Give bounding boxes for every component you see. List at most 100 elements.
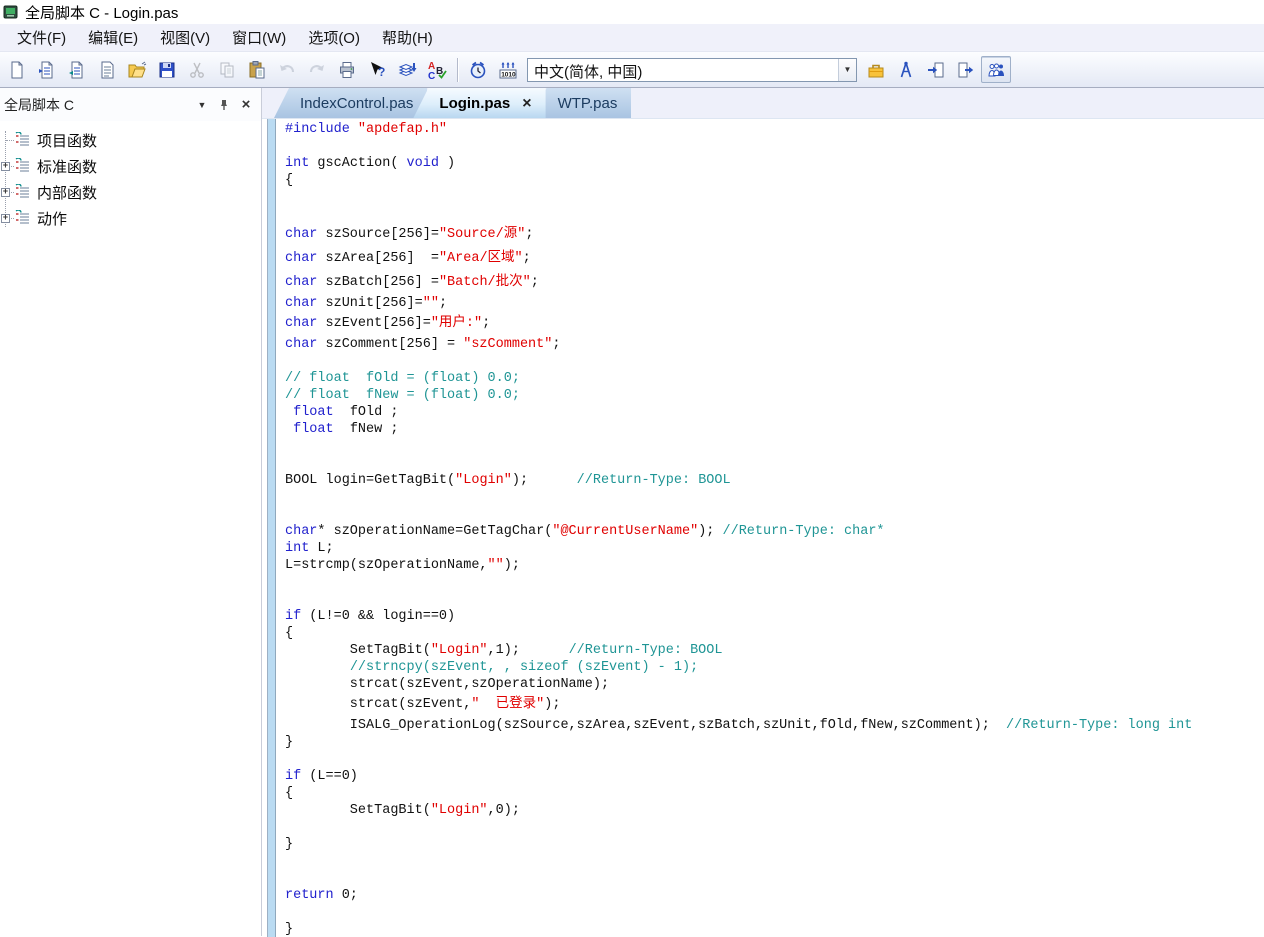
open-action-button[interactable]: [62, 56, 92, 83]
script-icon: [14, 158, 31, 174]
tab-indexcontrol-pas[interactable]: IndexControl.pas: [274, 88, 427, 118]
expand-icon[interactable]: +: [1, 162, 10, 171]
save-button[interactable]: [152, 56, 182, 83]
syntax-check-button[interactable]: ACB: [422, 56, 452, 83]
code-line-16: float fOld ;: [285, 404, 1264, 421]
new-file-button[interactable]: [2, 56, 32, 83]
code-line-1: #include "apdefap.h": [285, 121, 1264, 138]
window-title: 全局脚本 C - Login.pas: [25, 2, 178, 23]
redo-icon: [307, 60, 327, 80]
tree-item-1[interactable]: + 标准函数: [0, 153, 261, 179]
pin-icon[interactable]: [215, 97, 233, 113]
tab-login-pas[interactable]: Login.pas ×: [413, 88, 545, 118]
tab-wtp-pas[interactable]: WTP.pas: [532, 88, 632, 118]
editor-gutter: [262, 119, 276, 937]
code-line-33: strcat(szEvent," 已登录");: [285, 693, 1264, 717]
title-bar: 全局脚本 C - Login.pas: [0, 0, 1264, 24]
code-editor[interactable]: #include "apdefap.h" int gscAction( void…: [276, 119, 1264, 937]
tags-button[interactable]: 1010: [493, 56, 523, 83]
users-icon: [986, 60, 1006, 80]
copy-button[interactable]: [212, 56, 242, 83]
menu-item-5[interactable]: 帮助(H): [371, 24, 444, 51]
code-line-38: {: [285, 785, 1264, 802]
tags-icon: 1010: [498, 60, 518, 80]
syntax-check-icon: ACB: [427, 60, 447, 80]
editor-workarea: IndexControl.pas Login.pas × WTP.pas #inclu…: [262, 88, 1264, 936]
code-line-26: [285, 574, 1264, 591]
compile-all-icon: [397, 60, 417, 80]
paste-button[interactable]: [242, 56, 272, 83]
toolbar-separator: [457, 58, 458, 82]
compass-button[interactable]: [891, 56, 921, 83]
script-icon: [14, 210, 31, 226]
compass-icon: [896, 60, 916, 80]
chevron-down-icon[interactable]: ▼: [838, 59, 856, 81]
code-line-11: char szEvent[256]="用户:";: [285, 312, 1264, 336]
context-help-button[interactable]: ?: [362, 56, 392, 83]
code-line-19: [285, 455, 1264, 472]
menu-bar: 文件(F)编辑(E)视图(V)窗口(W)选项(O)帮助(H): [0, 24, 1264, 52]
undo-button[interactable]: [272, 56, 302, 83]
language-select[interactable]: 中文(简体, 中国) ▼: [527, 58, 857, 82]
editor-body: #include "apdefap.h" int gscAction( void…: [262, 119, 1264, 937]
code-line-20: BOOL login=GetTagBit("Login"); //Return-…: [285, 472, 1264, 489]
code-line-45: [285, 904, 1264, 921]
menu-item-3[interactable]: 窗口(W): [221, 24, 297, 51]
export-icon: [956, 60, 976, 80]
new-action-icon: [37, 60, 57, 80]
trigger-clock-icon: [468, 60, 488, 80]
cut-button[interactable]: [182, 56, 212, 83]
svg-text:1010: 1010: [501, 71, 516, 78]
close-icon[interactable]: ×: [522, 98, 531, 110]
code-line-8: char szArea[256] ="Area/区域";: [285, 247, 1264, 271]
code-line-9: char szBatch[256] ="Batch/批次";: [285, 271, 1264, 295]
tree-item-label: 动作: [37, 208, 67, 229]
menu-item-4[interactable]: 选项(O): [297, 24, 371, 51]
tab-label: WTP.pas: [558, 95, 618, 112]
code-line-18: [285, 438, 1264, 455]
open-folder-button[interactable]: [122, 56, 152, 83]
tree-item-0[interactable]: +项目函数: [0, 127, 261, 153]
expand-icon[interactable]: +: [1, 188, 10, 197]
function-tree: +项目函数 + 标准函数 + 内部函数 + 动作: [0, 121, 261, 231]
svg-text:C: C: [428, 71, 435, 80]
code-line-12: char szComment[256] = "szComment";: [285, 336, 1264, 353]
code-line-42: [285, 853, 1264, 870]
menu-item-0[interactable]: 文件(F): [6, 24, 77, 51]
tab-label: Login.pas: [439, 95, 510, 112]
panel-menu-button[interactable]: ▼: [193, 97, 211, 113]
code-line-39: SetTagBit("Login",0);: [285, 802, 1264, 819]
code-line-15: // float fNew = (float) 0.0;: [285, 387, 1264, 404]
trigger-clock-button[interactable]: [463, 56, 493, 83]
toolbox-button[interactable]: [861, 56, 891, 83]
print-button[interactable]: [332, 56, 362, 83]
import-button[interactable]: [921, 56, 951, 83]
new-action-button[interactable]: [32, 56, 62, 83]
menu-item-1[interactable]: 编辑(E): [77, 24, 149, 51]
code-line-34: ISALG_OperationLog(szSource,szArea,szEve…: [285, 717, 1264, 734]
script-icon: [14, 132, 31, 148]
new-file-icon: [7, 60, 27, 80]
tree-item-3[interactable]: + 动作: [0, 205, 261, 231]
tree-item-2[interactable]: + 内部函数: [0, 179, 261, 205]
menu-item-2[interactable]: 视图(V): [149, 24, 221, 51]
tree-item-label: 项目函数: [37, 130, 97, 151]
compile-all-button[interactable]: [392, 56, 422, 83]
tree-item-label: 标准函数: [37, 156, 97, 177]
tree-item-label: 内部函数: [37, 182, 97, 203]
expand-icon[interactable]: +: [1, 214, 10, 223]
panel-close-icon[interactable]: ×: [237, 97, 255, 113]
code-line-10: char szUnit[256]="";: [285, 295, 1264, 312]
toolbox-icon: [866, 60, 886, 80]
code-line-32: strcat(szEvent,szOperationName);: [285, 676, 1264, 693]
redo-button[interactable]: [302, 56, 332, 83]
users-button[interactable]: [981, 56, 1011, 83]
code-line-27: [285, 591, 1264, 608]
panel-title: 全局脚本 C: [4, 95, 189, 115]
cut-icon: [187, 60, 207, 80]
tab-label: IndexControl.pas: [300, 95, 413, 112]
import-icon: [926, 60, 946, 80]
document-button[interactable]: [92, 56, 122, 83]
code-line-29: {: [285, 625, 1264, 642]
export-button[interactable]: [951, 56, 981, 83]
